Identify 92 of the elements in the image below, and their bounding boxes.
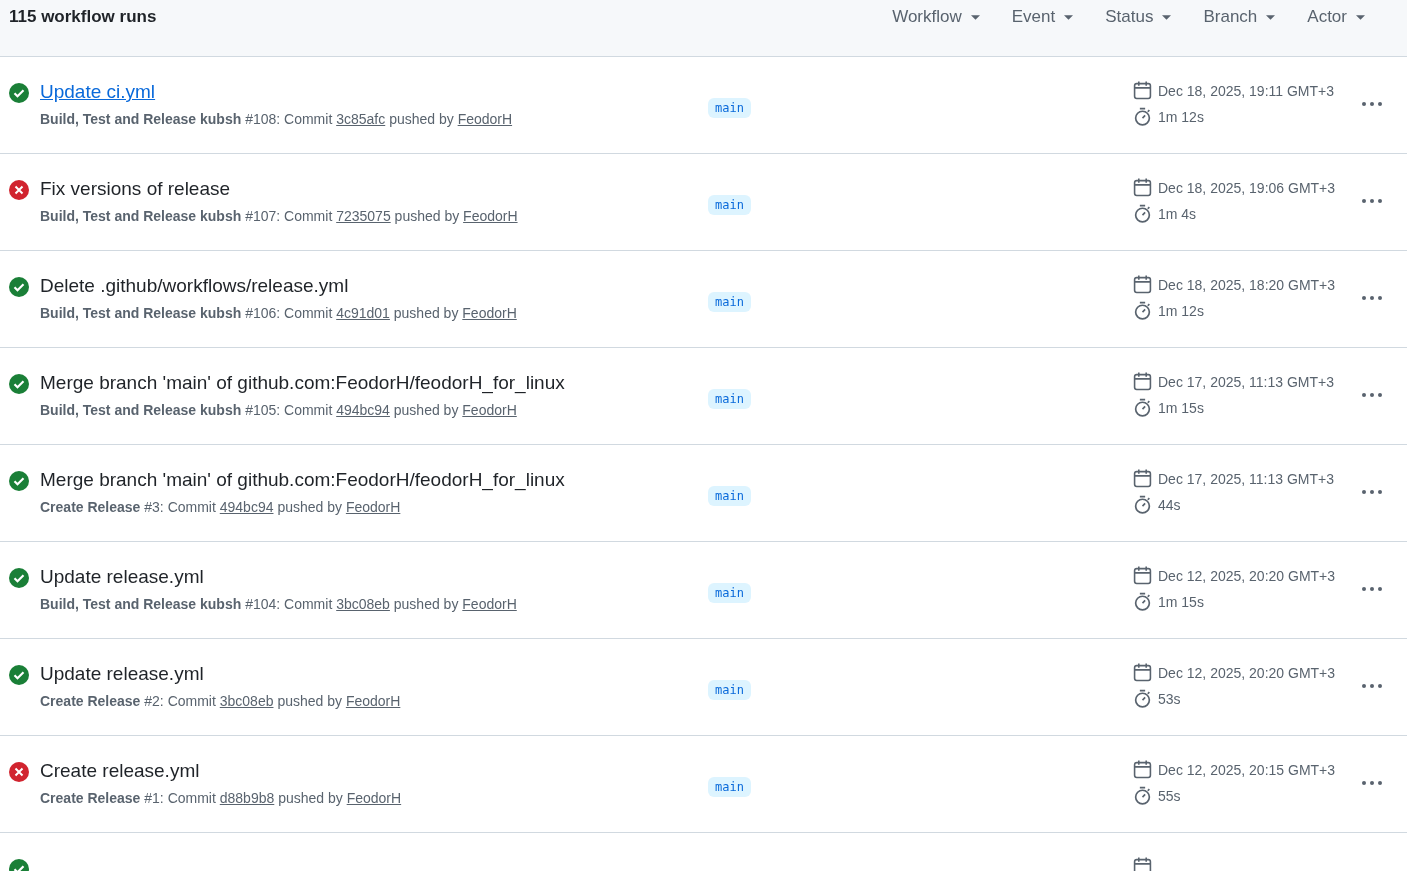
actor-link[interactable]: FeodorH	[345, 499, 401, 515]
run-duration: 44s	[1158, 496, 1181, 513]
more-icon	[1362, 102, 1382, 106]
commit-link[interactable]: 494bc94	[219, 499, 274, 515]
run-date: Dec 18, 2025, 19:06 GMT+3	[1158, 179, 1336, 196]
more-icon	[1362, 490, 1382, 494]
stopwatch-icon	[1133, 786, 1152, 805]
filter-dropdown[interactable]: Workflow	[876, 1, 996, 33]
more-icon	[1362, 199, 1382, 203]
run-duration: 1m 15s	[1158, 399, 1204, 416]
more-icon	[1362, 393, 1382, 397]
calendar-icon	[1133, 857, 1152, 871]
run-description: Build, Test and Release kubsh #107: Commit 7235075 pushed by FeodorH	[40, 208, 518, 224]
calendar-icon	[1133, 81, 1152, 100]
commit-link[interactable]: d88b9b8	[219, 790, 275, 806]
run-description: Build, Test and Release kubsh #106: Commit 4c91d01 pushed by FeodorH	[40, 305, 517, 321]
filter-dropdown[interactable]: Branch	[1187, 1, 1292, 33]
calendar-icon	[1133, 469, 1152, 488]
run-duration: 1m 12s	[1158, 108, 1204, 125]
run-duration: 1m 12s	[1158, 302, 1204, 319]
caret-icon	[1356, 14, 1365, 20]
calendar-icon	[1133, 566, 1152, 585]
run-date: Dec 12, 2025, 20:20 GMT+3	[1158, 567, 1336, 584]
branch-label[interactable]: main	[708, 195, 751, 215]
commit-link[interactable]: 7235075	[336, 208, 391, 224]
stopwatch-icon	[1133, 204, 1152, 223]
filter-dropdown[interactable]: Event	[995, 1, 1090, 33]
run-title-link[interactable]: Merge branch 'main' of github.com:FeodorH/feodorH_for_linux	[40, 469, 565, 491]
run-description: Build, Test and Release kubsh #108: Commit 3c85afc pushed by FeodorH	[40, 111, 513, 127]
stopwatch-icon	[1133, 592, 1152, 611]
run-count: 115 workflow runs	[9, 7, 157, 27]
actor-link[interactable]: FeodorH	[346, 790, 402, 806]
commit-link[interactable]: 494bc94	[336, 402, 390, 418]
run-date: Dec 17, 2025, 11:13 GMT+3	[1158, 470, 1334, 487]
branch-label[interactable]: main	[708, 98, 751, 118]
stopwatch-icon	[1133, 398, 1152, 417]
actor-link[interactable]: FeodorH	[462, 305, 517, 321]
run-date: Dec 18, 2025, 19:11 GMT+3	[1158, 82, 1334, 99]
run-title-link[interactable]: Update ci.yml	[40, 81, 513, 103]
filter-dropdown[interactable]: Actor	[1291, 1, 1381, 33]
run-title-link[interactable]: Create release.yml	[40, 760, 402, 782]
run-duration: 53s	[1158, 690, 1181, 707]
commit-link[interactable]: 3c85afc	[336, 111, 386, 127]
run-description: Build, Test and Release kubsh #104: Commit 3bc08eb pushed by FeodorH	[40, 596, 517, 612]
actor-link[interactable]: FeodorH	[457, 111, 513, 127]
run-title-link[interactable]: Update release.yml	[40, 566, 517, 588]
caret-icon	[1266, 14, 1276, 20]
caret-icon	[1064, 14, 1074, 20]
run-duration: 55s	[1158, 787, 1181, 804]
calendar-icon	[1133, 760, 1152, 779]
run-description: Build, Test and Release kubsh #105: Commit 494bc94 pushed by FeodorH	[40, 402, 518, 418]
calendar-icon	[1133, 372, 1152, 391]
run-date: Dec 17, 2025, 11:13 GMT+3	[1158, 373, 1334, 390]
commit-link[interactable]: 3bc08eb	[336, 596, 390, 612]
branch-label[interactable]: main	[708, 680, 751, 700]
run-description: Create Release #3: Commit 494bc94 pushed by FeodorH	[40, 499, 402, 515]
stopwatch-icon	[1133, 495, 1152, 514]
actor-link[interactable]: FeodorH	[462, 402, 517, 418]
filter-dropdown[interactable]: Status	[1089, 1, 1188, 33]
run-duration: 1m 15s	[1158, 593, 1204, 610]
run-title-link[interactable]: Fix versions of release	[40, 178, 518, 200]
more-icon	[1362, 296, 1382, 300]
branch-label[interactable]: main	[708, 777, 751, 797]
run-title-link[interactable]: Update release.yml	[40, 663, 401, 685]
calendar-icon	[1133, 178, 1152, 197]
run-title-link[interactable]: Delete .github/workflows/release.yml	[40, 275, 517, 297]
run-date: Dec 12, 2025, 20:20 GMT+3	[1158, 664, 1336, 681]
run-description: Create Release #2: Commit 3bc08eb pushed by FeodorH	[40, 693, 401, 709]
stopwatch-icon	[1133, 689, 1152, 708]
run-title-link[interactable]: Merge branch 'main' of github.com:FeodorH/feodorH_for_linux	[40, 372, 565, 394]
branch-label[interactable]: main	[708, 292, 751, 312]
more-icon	[1362, 587, 1382, 591]
caret-icon	[1162, 14, 1172, 20]
stopwatch-icon	[1133, 301, 1152, 320]
commit-link[interactable]: 3bc08eb	[219, 693, 274, 709]
branch-label[interactable]: main	[708, 486, 751, 506]
actor-link[interactable]: FeodorH	[463, 208, 518, 224]
more-icon	[1362, 684, 1382, 688]
commit-link[interactable]: 4c91d01	[336, 305, 390, 321]
actor-link[interactable]: FeodorH	[345, 693, 401, 709]
run-description: Create Release #1: Commit d88b9b8 pushed by FeodorH	[40, 790, 402, 806]
more-icon	[1362, 781, 1382, 785]
branch-label[interactable]: main	[708, 583, 751, 603]
calendar-icon	[1133, 663, 1152, 682]
actor-link[interactable]: FeodorH	[462, 596, 517, 612]
stopwatch-icon	[1133, 107, 1152, 126]
caret-icon	[970, 14, 980, 20]
calendar-icon	[1133, 275, 1152, 294]
run-date: Dec 18, 2025, 18:20 GMT+3	[1158, 276, 1336, 293]
branch-label[interactable]: main	[708, 389, 751, 409]
run-date: Dec 12, 2025, 20:15 GMT+3	[1158, 761, 1336, 778]
run-duration: 1m 4s	[1158, 205, 1197, 222]
